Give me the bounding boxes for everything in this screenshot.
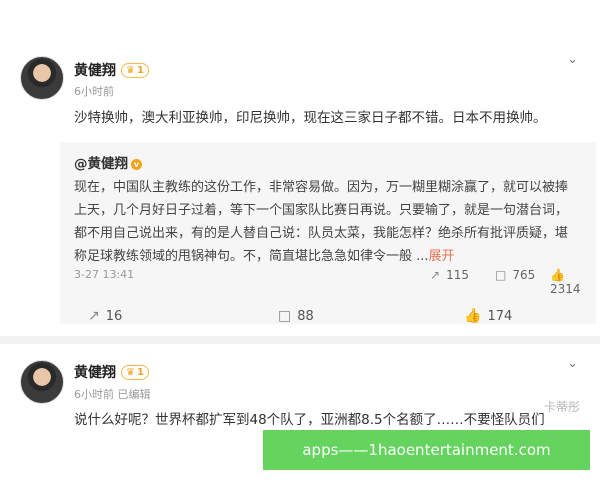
repost-line: 现在，中国队主教练的这份工作，非常容易做。因为，万一糊里糊涂赢了，就可以被捧	[74, 180, 569, 195]
crown-icon: ♛	[126, 367, 135, 378]
repost-card[interactable]: @黄健翔 v 现在，中国队主教练的这份工作，非常容易做。因为，万一糊里糊涂赢了，就…	[60, 142, 596, 324]
vip-badge: ♛ 1	[121, 63, 149, 78]
comment-icon: □	[278, 308, 292, 324]
post-meta: 6小时前 已编辑	[74, 386, 151, 402]
like-count: 174	[487, 309, 513, 324]
ad-banner[interactable]: apps——1haoentertainment.com	[263, 430, 590, 470]
comment-count: 88	[297, 309, 314, 324]
comment-icon: □	[495, 268, 507, 282]
author-name[interactable]: 黄健翔 ♛ 1	[74, 60, 149, 80]
verified-icon: v	[131, 159, 142, 170]
repost-stat-reposts[interactable]: ↗ 115	[430, 268, 469, 282]
post-time: 6小时前	[74, 85, 114, 98]
like-icon: 👍	[464, 308, 482, 324]
repost-line: 上天，几个月好日子过着，等下一个国家队比赛日再说。只要输了，就是一句潜台词，	[74, 203, 569, 218]
weibo-post: 黄健翔 ♛ 1 6小时前 ⌄ 沙特换帅，澳大利亚换帅，印尼换帅，现在这三家日子都不错…	[0, 38, 600, 338]
author-name-text[interactable]: 黄健翔	[74, 365, 116, 381]
repost-button[interactable]: ↗ 16	[88, 308, 122, 324]
vip-badge: ♛ 1	[121, 365, 149, 380]
repost-icon: ↗	[430, 268, 441, 282]
chevron-down-icon[interactable]: ⌄	[567, 356, 578, 371]
repost-author-text[interactable]: @黄健翔	[74, 156, 128, 172]
like-icon: 👍	[550, 268, 565, 282]
repost-body: 现在，中国队主教练的这份工作，非常容易做。因为，万一糊里糊涂赢了，就可以被捧 上…	[74, 176, 584, 268]
post-time: 6小时前	[74, 388, 114, 401]
post-text: 说什么好呢？世界杯都扩军到48个队了，亚洲都8.5个名额了……不要怪队员们	[74, 412, 545, 428]
post-text: 沙特换帅，澳大利亚换帅，印尼换帅，现在这三家日子都不错。日本不用换帅。	[74, 110, 547, 126]
like-button[interactable]: 👍 174	[464, 308, 512, 324]
vip-level: 1	[136, 367, 144, 378]
repost-count: 16	[105, 309, 123, 324]
repost-line: 都不用自己说出来，有的是人替自己说：队员太菜，我能怎样？绝杀所有批评质疑，堪	[74, 226, 569, 241]
top-whitespace	[0, 0, 600, 38]
repost-author[interactable]: @黄健翔 v	[74, 152, 142, 172]
comment-count: 765	[512, 268, 536, 282]
watermark: 卡蒂彤	[543, 400, 580, 414]
avatar[interactable]	[20, 56, 64, 100]
crown-icon: ♛	[126, 65, 135, 76]
chevron-down-icon[interactable]: ⌄	[567, 52, 578, 67]
expand-link[interactable]: 展开	[429, 249, 455, 264]
repost-icon: ↗	[88, 308, 100, 324]
repost-stat-comments[interactable]: □ 765	[495, 268, 535, 282]
author-name[interactable]: 黄健翔 ♛ 1	[74, 362, 149, 382]
repost-date: 3-27 13:41	[74, 268, 135, 281]
repost-line: 称足球教练领域的甩锅神句。不，简直堪比急急如律令一般 ...	[74, 249, 429, 264]
action-bar: ↗ 16 □ 88 👍 174	[0, 308, 600, 332]
repost-line-last: 称足球教练领域的甩锅神句。不，简直堪比急急如律令一般 ...展开	[74, 245, 584, 268]
like-count: 2314	[550, 282, 581, 296]
avatar[interactable]	[20, 360, 64, 404]
vip-level: 1	[136, 65, 144, 76]
repost-stat-likes[interactable]: 👍2314	[550, 268, 596, 296]
edited-label[interactable]: 已编辑	[118, 388, 151, 401]
comment-button[interactable]: □ 88	[278, 308, 314, 324]
author-name-text[interactable]: 黄健翔	[74, 63, 116, 79]
repost-count: 115	[446, 268, 469, 282]
